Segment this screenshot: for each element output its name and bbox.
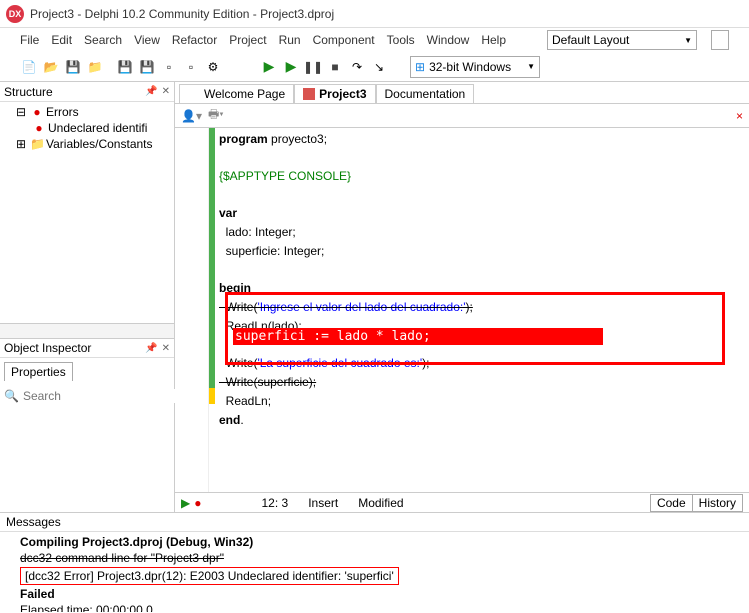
tree-label-errors: Errors [46,105,79,119]
save-icon[interactable]: 💾 [64,58,82,76]
msg-error[interactable]: [dcc32 Error] Project3.dpr(12): E2003 Un… [20,567,399,585]
menu-view[interactable]: View [134,33,160,47]
close-icon[interactable]: ✕ [162,86,170,97]
save-all-icon[interactable]: 💾 [116,58,134,76]
messages-panel: Messages Compiling Project3.dproj (Debug… [0,512,749,612]
cursor-position: 12: 3 [261,496,288,510]
add-form-icon[interactable]: ▫ [160,58,178,76]
menu-window[interactable]: Window [427,33,470,47]
code-editor[interactable]: superfici := lado * lado; program proyec… [175,128,749,492]
msg-elapsed: Elapsed time: 00:00:00.0 [20,602,729,612]
object-inspector-header: Object Inspector 📌 ✕ [0,338,174,358]
run-indicator-icon[interactable]: ▶ [181,496,190,510]
msg-compiling: Compiling Project3.dproj (Debug, Win32) [20,534,729,550]
tab-project[interactable]: Project3 [294,84,375,103]
save-project-icon[interactable]: 💾 [138,58,156,76]
menu-file[interactable]: File [20,33,39,47]
run-nodebug-icon[interactable]: ▶ [282,58,300,76]
menu-project[interactable]: Project [229,33,266,47]
unit-icon [303,88,315,100]
tree-label-vars: Variables/Constants [46,137,153,151]
modified-indicator: Modified [358,496,403,510]
layout-save-button[interactable] [711,30,729,50]
windows-icon: ⊞ [415,60,425,74]
structure-panel-header: Structure 📌 ✕ [0,82,174,102]
chevron-down-icon: ▼ [684,36,692,45]
step-into-icon[interactable]: ↘ [370,58,388,76]
tree-node-vars[interactable]: ⊞ 📁 Variables/Constants [2,136,172,152]
menu-component[interactable]: Component [313,33,375,47]
msg-failed: Failed [20,586,729,602]
menu-help[interactable]: Help [481,33,506,47]
tab-docs-label: Documentation [385,87,466,101]
object-inspector-title: Object Inspector [4,341,91,355]
layout-select-value: Default Layout [552,33,629,47]
record-indicator-icon[interactable]: ● [194,496,201,510]
insert-mode: Insert [308,496,338,510]
tab-welcome[interactable]: Welcome Page [179,84,294,103]
platform-select[interactable]: ⊞ 32-bit Windows ▼ [410,56,540,78]
tab-properties[interactable]: Properties [4,362,73,381]
editor-statusbar: ▶ ● 12: 3 Insert Modified CodeHistory [175,492,749,512]
close-editor-icon[interactable]: × [736,109,743,123]
print-icon[interactable]: 🖶▾ [208,105,224,126]
menu-edit[interactable]: Edit [51,33,72,47]
error-icon: ● [30,105,44,119]
stop-icon[interactable]: ■ [326,58,344,76]
main-toolbar: 📄 📂 💾 📁 💾 💾 ▫ ▫ ⚙ ▶ ▶ ❚❚ ■ ↷ ↘ ⊞ 32-bit … [0,52,749,82]
expand-icon[interactable]: ⊞ [14,137,28,151]
change-bar-saved [209,128,215,388]
step-over-icon[interactable]: ↷ [348,58,366,76]
code-text: program proyecto3; {$APPTYPE CONSOLE} va… [219,130,473,430]
close-icon[interactable]: ✕ [162,343,170,354]
menu-bar: File Edit Search View Refactor Project R… [0,28,749,52]
structure-scrollbar[interactable] [0,323,174,338]
page-icon [188,88,200,100]
pause-icon[interactable]: ❚❚ [304,58,322,76]
object-inspector-search[interactable] [23,389,178,403]
folder-icon[interactable]: 📁 [86,58,104,76]
chevron-down-icon: ▼ [527,62,535,71]
menu-run[interactable]: Run [279,33,301,47]
error-icon: ● [32,121,46,135]
tab-project-label: Project3 [319,87,366,101]
app-icon: DX [6,5,24,23]
msg-cmdline: dcc32 command line for "Project3 dpr" [20,550,729,566]
menu-tools[interactable]: Tools [387,33,415,47]
view-unit-icon[interactable]: ▫ [182,58,200,76]
platform-select-value: 32-bit Windows [429,60,511,74]
menu-refactor[interactable]: Refactor [172,33,217,47]
search-icon: 🔍 [4,389,19,403]
folder-icon: 📁 [30,137,44,151]
tab-docs[interactable]: Documentation [376,84,475,103]
messages-header: Messages [0,513,749,532]
pin-icon[interactable]: 📌 [145,343,157,354]
window-titlebar: DX Project3 - Delphi 10.2 Community Edit… [0,0,749,28]
run-icon[interactable]: ▶ [260,58,278,76]
structure-title: Structure [4,85,53,99]
layout-select[interactable]: Default Layout ▼ [547,30,697,50]
tree-node-errors[interactable]: ⊟ ● Errors [2,104,172,120]
change-bar-modified [209,388,215,404]
editor-toolbar: 👤▾ 🖶▾ × [175,104,749,128]
options-icon[interactable]: ⚙ [204,58,222,76]
tree-label-undeclared: Undeclared identifi [48,121,147,135]
nav-back-icon[interactable]: 👤▾ [181,109,202,123]
menu-search[interactable]: Search [84,33,122,47]
messages-body[interactable]: Compiling Project3.dproj (Debug, Win32) … [0,532,749,612]
pin-icon[interactable]: 📌 [145,86,157,97]
collapse-icon[interactable]: ⊟ [14,105,28,119]
structure-tree: ⊟ ● Errors ● Undeclared identifi ⊞ 📁 Var… [0,102,174,177]
tab-welcome-label: Welcome Page [204,87,285,101]
view-tab-history[interactable]: History [692,494,743,512]
new-file-icon[interactable]: 📄 [20,58,38,76]
gutter [175,128,209,492]
open-file-icon[interactable]: 📂 [42,58,60,76]
view-tab-code[interactable]: Code [650,494,693,512]
tree-node-undeclared[interactable]: ● Undeclared identifi [2,120,172,136]
editor-tabs: Welcome Page Project3 Documentation [175,82,749,104]
window-title: Project3 - Delphi 10.2 Community Edition… [30,7,743,21]
error-line-text: superfici := lado * lado; [235,328,431,345]
